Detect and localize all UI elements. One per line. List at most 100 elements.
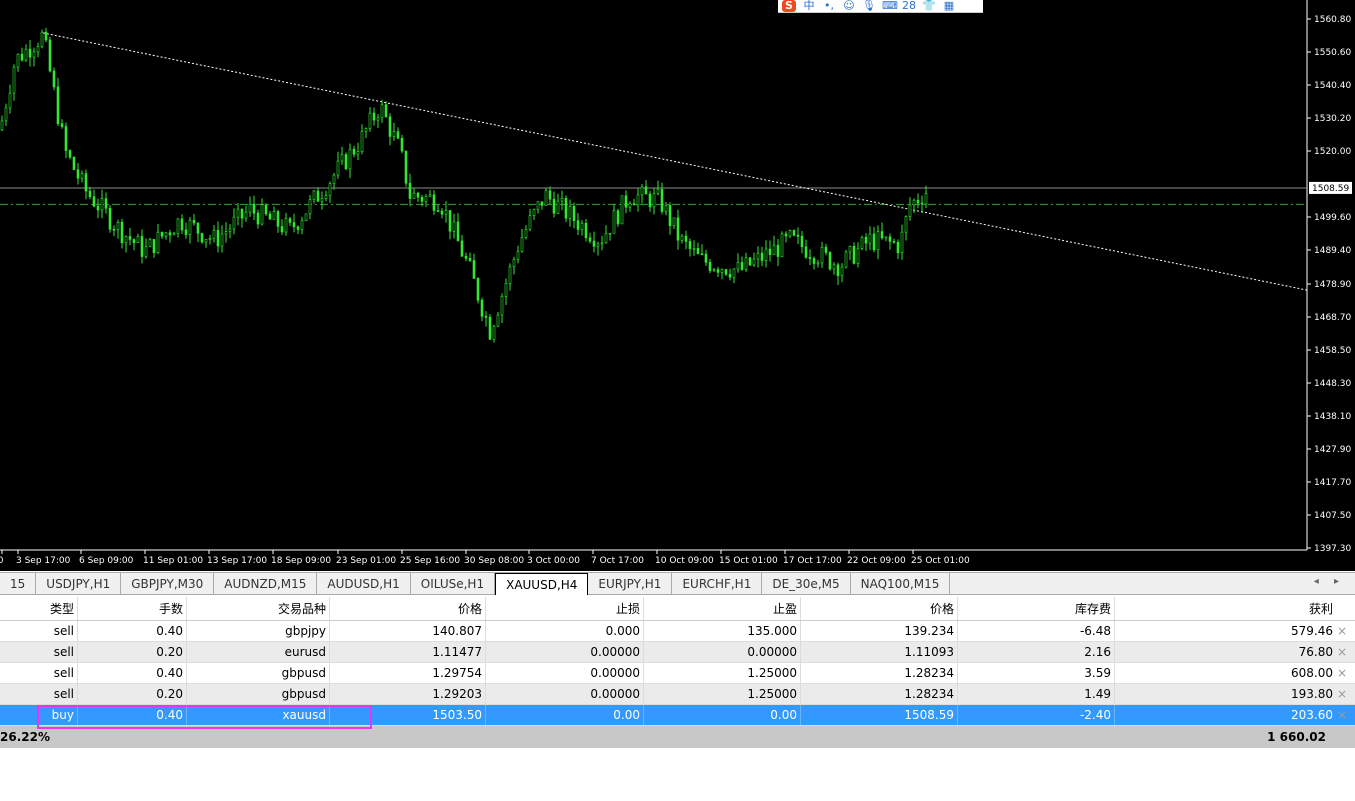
candle-body xyxy=(280,226,284,233)
candle-body xyxy=(308,199,312,215)
table-row[interactable]: sell 0.40 gbpjpy 140.807 0.000 135.000 139.234… xyxy=(0,621,1355,642)
skin-icon[interactable]: 28 xyxy=(902,0,916,12)
tab-naq100-m15[interactable]: NAQ100,M15 xyxy=(851,573,951,594)
cell: 0.20 xyxy=(78,684,187,704)
tab-15[interactable]: 15 xyxy=(0,573,37,594)
candle-body xyxy=(644,186,648,195)
cell-value: 0.000 xyxy=(605,624,640,638)
tab-xauusd-h4[interactable]: XAUUSD,H4 xyxy=(495,573,589,595)
candle-body xyxy=(164,232,168,237)
candle-body xyxy=(780,233,784,257)
tab-de-30e-m5[interactable]: DE_30e,M5 xyxy=(762,573,851,594)
cell: 0.00 xyxy=(486,705,644,725)
candle-body xyxy=(560,198,564,202)
candle-body xyxy=(612,210,616,234)
sogou-logo-icon[interactable]: S xyxy=(782,0,796,12)
candle-body xyxy=(648,193,652,208)
tab-eurchf-h1[interactable]: EURCHF,H1 xyxy=(672,573,763,594)
time-label: 22 Oct 09:00 xyxy=(847,556,906,566)
tab-gbpjpy-m30[interactable]: GBPJPY,M30 xyxy=(121,573,215,594)
cell: 0.00 xyxy=(644,705,801,725)
candle-body xyxy=(856,248,860,264)
candle-body xyxy=(184,229,188,235)
candle-body xyxy=(244,211,248,219)
cell: sell xyxy=(0,663,78,683)
tab-usdjpy-h1[interactable]: USDJPY,H1 xyxy=(36,573,122,594)
candle-body xyxy=(732,268,736,278)
candle-body xyxy=(460,240,464,257)
candle-body xyxy=(848,246,852,253)
candle-body xyxy=(116,221,120,230)
candle-body xyxy=(736,262,740,270)
column-header[interactable]: 交易品种 xyxy=(187,597,330,620)
candle-body xyxy=(772,244,776,255)
grid-menu-icon[interactable]: ▦ xyxy=(942,0,956,12)
candle-body xyxy=(328,183,332,197)
candle-body xyxy=(296,226,300,230)
candle-body xyxy=(924,193,928,205)
candle-body xyxy=(92,196,96,207)
cell-value: 135.000 xyxy=(747,624,797,638)
candle-body xyxy=(172,233,176,236)
table-row[interactable]: sell 0.40 gbpusd 1.29754 0.00000 1.25000 1.282… xyxy=(0,663,1355,684)
tab-audnzd-m15[interactable]: AUDNZD,M15 xyxy=(214,573,318,594)
punctuation-icon[interactable]: •, xyxy=(822,0,836,12)
tab-scroll-buttons[interactable]: ◂ ▸ xyxy=(1314,576,1345,587)
candle-body xyxy=(440,210,444,215)
highlight-box xyxy=(37,705,372,729)
cell: 1.28234 xyxy=(801,663,958,683)
column-header[interactable]: 止盈 xyxy=(644,597,801,620)
tab-eurjpy-h1[interactable]: EURJPY,H1 xyxy=(588,573,673,594)
emoji-icon[interactable]: ☺ xyxy=(842,0,856,12)
candle-body xyxy=(640,186,644,196)
shirt-icon[interactable]: 👕 xyxy=(922,0,936,12)
candle-body xyxy=(224,231,228,235)
candlestick-chart[interactable]: 1560.80 1550.60 1540.40 1530.20 1520.00 1499.… xyxy=(0,0,1355,571)
candle-body xyxy=(132,239,136,243)
cell: 579.46 × xyxy=(1115,621,1355,641)
tab-audusd-h1[interactable]: AUDUSD,H1 xyxy=(317,573,411,594)
candle-body xyxy=(540,201,544,206)
close-order-icon[interactable]: × xyxy=(1337,705,1347,725)
candle-body xyxy=(368,112,372,129)
column-header[interactable]: 库存费 xyxy=(958,597,1115,620)
microphone-icon[interactable]: 🎙 xyxy=(862,0,876,12)
chinese-mode-icon[interactable]: 中 xyxy=(802,0,816,12)
keyboard-icon[interactable]: ⌨ xyxy=(882,0,898,12)
column-header[interactable]: 价格 xyxy=(330,597,486,620)
close-order-icon[interactable]: × xyxy=(1337,621,1347,641)
cell: 0.40 xyxy=(78,621,187,641)
column-header[interactable]: 类型 xyxy=(0,597,78,620)
candle-body xyxy=(792,230,796,236)
candle-body xyxy=(436,210,440,212)
candle-body xyxy=(716,269,720,273)
candle-body xyxy=(664,205,668,212)
cell: 1.25000 xyxy=(644,663,801,683)
table-row[interactable]: sell 0.20 eurusd 1.11477 0.00000 0.00000 1.110… xyxy=(0,642,1355,663)
column-header[interactable]: 价格 xyxy=(801,597,958,620)
candle-body xyxy=(80,173,84,179)
cell-value: sell xyxy=(53,687,74,701)
price-label: 1397.30 xyxy=(1314,544,1351,554)
column-header[interactable]: 手数 xyxy=(78,597,187,620)
close-order-icon[interactable]: × xyxy=(1337,684,1347,704)
candle-body xyxy=(500,296,504,316)
column-header[interactable]: 止损 xyxy=(486,597,644,620)
cell-value: 579.46 xyxy=(1291,624,1333,638)
close-order-icon[interactable]: × xyxy=(1337,663,1347,683)
table-row[interactable]: sell 0.20 gbpusd 1.29203 0.00000 1.25000 1.282… xyxy=(0,684,1355,705)
candle-body xyxy=(12,66,16,94)
time-label: 6 Sep 09:00 xyxy=(79,556,134,566)
price-chart[interactable]: 1560.80 1550.60 1540.40 1530.20 1520.00 1499.… xyxy=(0,0,1355,571)
candle-body xyxy=(68,150,72,158)
tab-oiluse-h1[interactable]: OILUSe,H1 xyxy=(411,573,496,594)
cell: gbpjpy xyxy=(187,621,330,641)
candle-body xyxy=(536,201,540,210)
close-order-icon[interactable]: × xyxy=(1337,642,1347,662)
candle-body xyxy=(316,190,320,202)
column-header[interactable]: 获利 xyxy=(1115,597,1355,620)
cell-value: sell xyxy=(53,624,74,638)
candle-body xyxy=(136,236,140,243)
price-label: 1550.60 xyxy=(1314,48,1351,58)
candle-body xyxy=(228,228,232,232)
